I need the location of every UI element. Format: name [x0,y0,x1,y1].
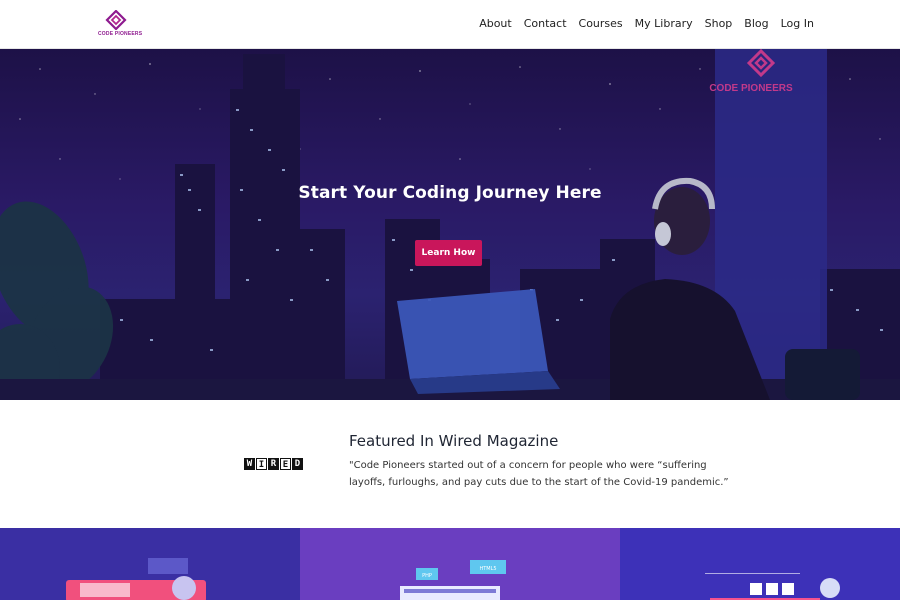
wired-letter: I [256,458,267,470]
wired-letter: R [268,458,279,470]
wired-logo: W I R E D [244,458,303,470]
wired-letter: W [244,458,255,470]
site-header: CODE PIONEERS About Contact Courses My L… [0,0,900,49]
nav-about[interactable]: About [479,17,512,30]
featured-quote: "Code Pioneers started out of a concern … [349,460,729,488]
hero-section: CODE PIONEERS Start Your Coding Journey … [0,49,900,400]
settings-illustration-icon [705,573,840,600]
hero-title: Start Your Coding Journey Here [298,183,602,203]
featured-section: W I R E D Featured In Wired Magazine "Co… [0,400,900,528]
hero-sign-text: CODE PIONEERS [709,83,793,94]
nav-contact[interactable]: Contact [524,17,567,30]
main-nav: About Contact Courses My Library Shop Bl… [479,17,814,30]
code-tags-illustration-icon: PHP HTML5 [400,560,506,600]
nav-log-in[interactable]: Log In [781,17,814,30]
wired-letter: E [280,458,291,470]
nav-shop[interactable]: Shop [705,17,733,30]
tag-php: PHP [422,573,432,579]
tag-html5: HTML5 [479,566,496,572]
browser-illustration-icon [66,558,206,600]
nav-my-library[interactable]: My Library [635,17,693,30]
logo-diamond-icon [105,10,127,30]
nav-courses[interactable]: Courses [579,17,623,30]
nav-blog[interactable]: Blog [744,17,768,30]
feature-panel-2: PHP HTML5 [300,528,620,600]
feature-panel-3 [620,528,900,600]
logo-text: CODE PIONEERS [98,31,143,37]
featured-title: Featured In Wired Magazine [349,432,559,450]
feature-panels: PHP HTML5 [0,528,900,600]
wired-letter: D [292,458,303,470]
hero-city-illustration: CODE PIONEERS [0,49,900,400]
feature-panel-1 [0,528,300,600]
learn-how-button[interactable]: Learn How [415,240,482,266]
site-logo[interactable]: CODE PIONEERS [98,10,143,40]
